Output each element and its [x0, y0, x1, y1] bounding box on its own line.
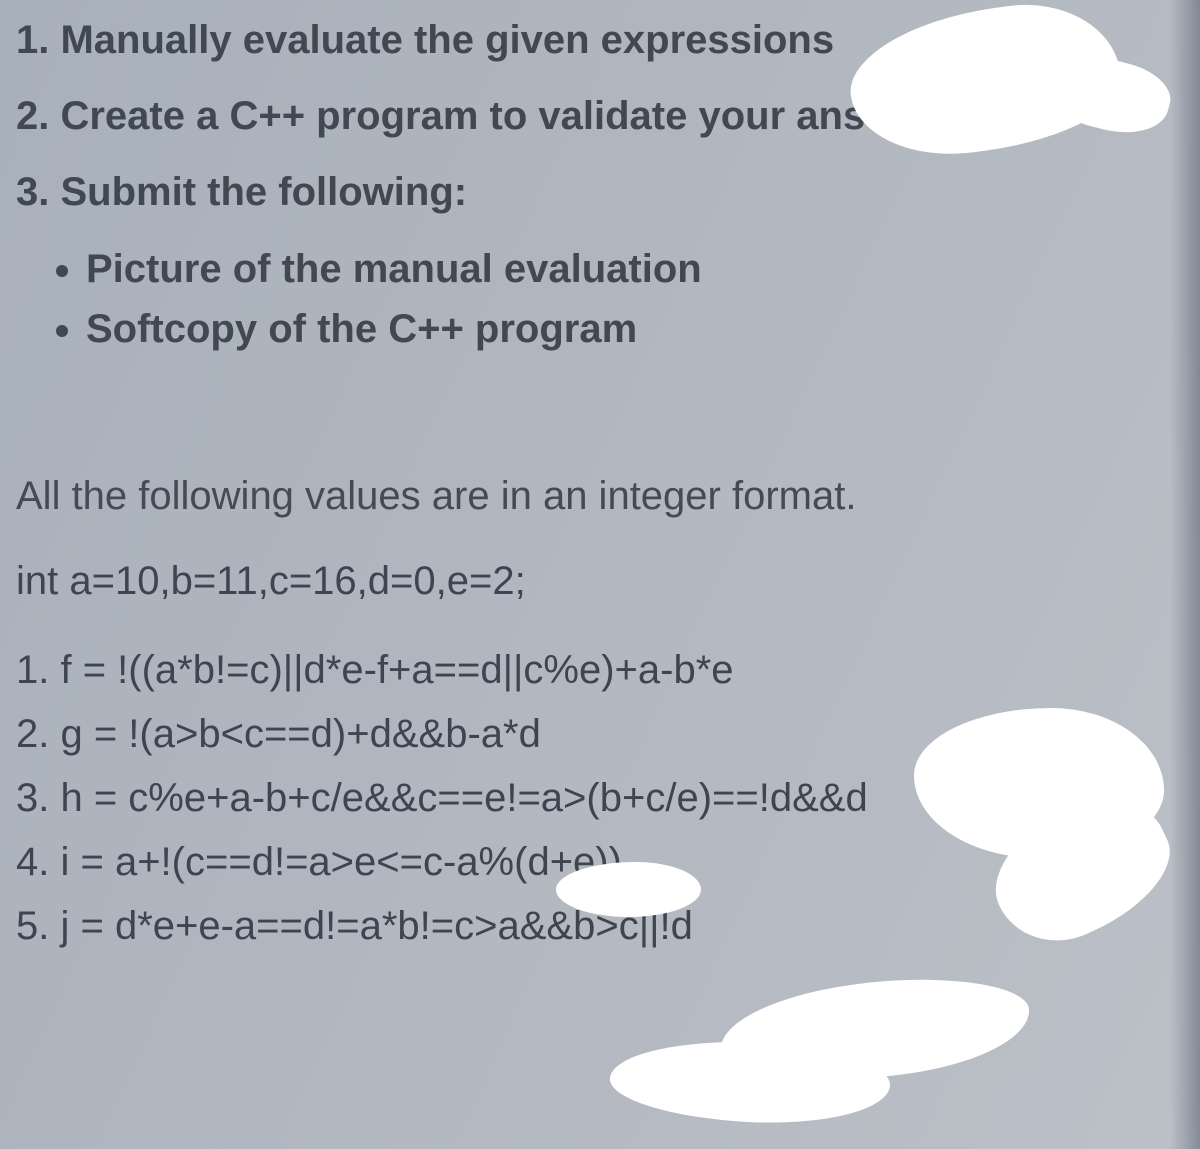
- expr-3: 3. h = c%e+a-b+c/e&&c==e!=a>(b+c/e)==!d&…: [16, 768, 1180, 828]
- int-declaration: int a=10,b=11,c=16,d=0,e=2;: [16, 559, 1180, 604]
- expr-1: 1. f = !((a*b!=c)||d*e-f+a==d||c%e)+a-b*…: [16, 640, 1180, 700]
- scribble-line4: [717, 971, 1033, 1087]
- submit-bullets: Picture of the manual evaluation Softcop…: [86, 244, 1180, 354]
- expr-5: 5. j = d*e+e-a==d!=a*b!=c>a&&b>c||!d: [16, 896, 1180, 956]
- instruction-3: 3. Submit the following:: [16, 168, 1180, 216]
- expr-4: 4. i = a+!(c==d!=a>e<=c-a%(d+e)): [16, 832, 1180, 892]
- scribble-line5: [608, 1035, 892, 1130]
- bullet-2: Softcopy of the C++ program: [86, 304, 1180, 354]
- bullet-1: Picture of the manual evaluation: [86, 244, 1180, 294]
- expressions-block: 1. f = !((a*b!=c)||d*e-f+a==d||c%e)+a-b*…: [16, 640, 1180, 956]
- format-note: All the following values are in an integ…: [16, 474, 1180, 519]
- instruction-1: 1. Manually evaluate the given expressio…: [16, 16, 1180, 64]
- instruction-2: 2. Create a C++ program to validate your…: [16, 92, 1180, 140]
- expr-2: 2. g = !(a>b<c==d)+d&&b-a*d: [16, 704, 1180, 764]
